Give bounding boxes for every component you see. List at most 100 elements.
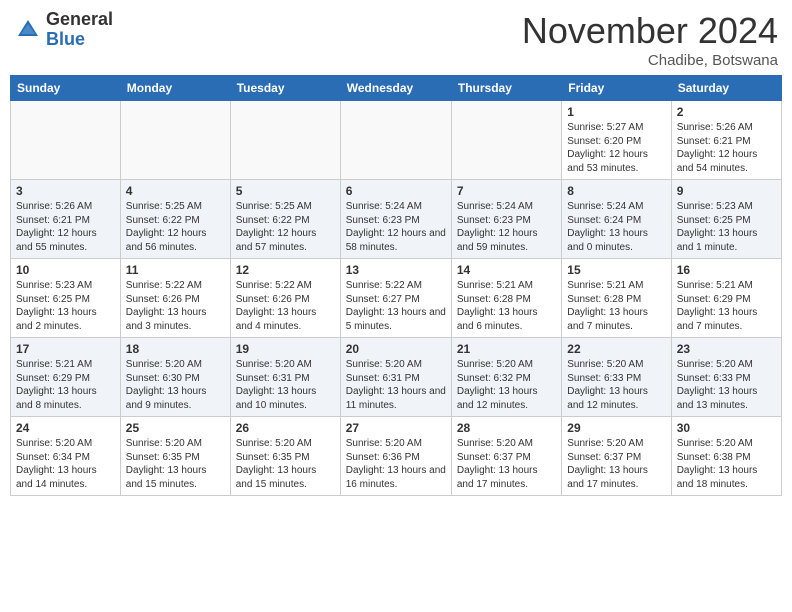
calendar-day-cell: 6Sunrise: 5:24 AM Sunset: 6:23 PM Daylig… bbox=[340, 180, 451, 259]
day-number: 23 bbox=[677, 342, 776, 356]
col-header-tuesday: Tuesday bbox=[230, 76, 340, 101]
calendar-day-cell: 30 Sunrise: 5:20 AM Sunset: 6:38 PM Dayli… bbox=[671, 417, 781, 496]
day-number: 24 bbox=[16, 421, 115, 435]
calendar-table: SundayMondayTuesdayWednesdayThursdayFrid… bbox=[10, 75, 782, 496]
title-block: November 2024 Chadibe, Botswana bbox=[522, 10, 778, 69]
day-number: 12 bbox=[236, 263, 335, 277]
calendar-day-cell: 4Sunrise: 5:25 AM Sunset: 6:22 PM Daylig… bbox=[120, 180, 230, 259]
day-number: 28 bbox=[457, 421, 556, 435]
day-number: 30 bbox=[677, 421, 776, 435]
logo: General Blue bbox=[14, 10, 113, 50]
day-info: Sunrise: 5:20 AM Sunset: 6:36 PM Dayligh… bbox=[346, 437, 446, 491]
day-info: Sunrise: 5:26 AM Sunset: 6:21 PM Dayligh… bbox=[677, 121, 776, 175]
day-info: Sunrise: 5:22 AM Sunset: 6:26 PM Dayligh… bbox=[126, 279, 225, 333]
logo-text: General Blue bbox=[46, 10, 113, 50]
calendar-day-cell: 16Sunrise: 5:21 AM Sunset: 6:29 PM Dayli… bbox=[671, 259, 781, 338]
calendar-day-cell: 23 Sunrise: 5:20 AM Sunset: 6:33 PM Dayli… bbox=[671, 338, 781, 417]
calendar-day-cell: 5 Sunrise: 5:25 AM Sunset: 6:22 PM Daylig… bbox=[230, 180, 340, 259]
page-header: General Blue November 2024 Chadibe, Bots… bbox=[10, 10, 782, 69]
calendar-day-cell: 18 Sunrise: 5:20 AM Sunset: 6:30 PM Dayli… bbox=[120, 338, 230, 417]
day-number: 16 bbox=[677, 263, 776, 277]
calendar-week-row: 24 Sunrise: 5:20 AM Sunset: 6:34 PM Dayli… bbox=[11, 417, 782, 496]
calendar-day-cell: 9 Sunrise: 5:23 AM Sunset: 6:25 PM Daylig… bbox=[671, 180, 781, 259]
calendar-day-cell: 14Sunrise: 5:21 AM Sunset: 6:28 PM Dayli… bbox=[451, 259, 561, 338]
calendar-day-cell: 13 Sunrise: 5:22 AM Sunset: 6:27 PM Dayli… bbox=[340, 259, 451, 338]
day-number: 19 bbox=[236, 342, 335, 356]
day-number: 11 bbox=[126, 263, 225, 277]
calendar-day-cell: 19 Sunrise: 5:20 AM Sunset: 6:31 PM Dayli… bbox=[230, 338, 340, 417]
day-number: 5 bbox=[236, 184, 335, 198]
col-header-friday: Friday bbox=[562, 76, 671, 101]
calendar-day-cell: 8Sunrise: 5:24 AM Sunset: 6:24 PM Daylig… bbox=[562, 180, 671, 259]
calendar-day-cell bbox=[340, 101, 451, 180]
day-number: 10 bbox=[16, 263, 115, 277]
day-info: Sunrise: 5:22 AM Sunset: 6:26 PM Dayligh… bbox=[236, 279, 335, 333]
day-info: Sunrise: 5:20 AM Sunset: 6:35 PM Dayligh… bbox=[126, 437, 225, 491]
day-number: 13 bbox=[346, 263, 446, 277]
calendar-day-cell: 21 Sunrise: 5:20 AM Sunset: 6:32 PM Dayli… bbox=[451, 338, 561, 417]
day-info: Sunrise: 5:20 AM Sunset: 6:32 PM Dayligh… bbox=[457, 358, 556, 412]
calendar-day-cell: 24 Sunrise: 5:20 AM Sunset: 6:34 PM Dayli… bbox=[11, 417, 121, 496]
calendar-week-row: 1 Sunrise: 5:27 AM Sunset: 6:20 PM Daylig… bbox=[11, 101, 782, 180]
day-number: 18 bbox=[126, 342, 225, 356]
location: Chadibe, Botswana bbox=[522, 52, 778, 69]
day-info: Sunrise: 5:23 AM Sunset: 6:25 PM Dayligh… bbox=[677, 200, 776, 254]
calendar-day-cell bbox=[120, 101, 230, 180]
calendar-week-row: 10 Sunrise: 5:23 AM Sunset: 6:25 PM Dayli… bbox=[11, 259, 782, 338]
day-info: Sunrise: 5:22 AM Sunset: 6:27 PM Dayligh… bbox=[346, 279, 446, 333]
day-number: 9 bbox=[677, 184, 776, 198]
day-number: 25 bbox=[126, 421, 225, 435]
calendar-day-cell: 27 Sunrise: 5:20 AM Sunset: 6:36 PM Dayli… bbox=[340, 417, 451, 496]
day-info: Sunrise: 5:21 AM Sunset: 6:29 PM Dayligh… bbox=[16, 358, 115, 412]
logo-blue: Blue bbox=[46, 30, 113, 50]
calendar-day-cell bbox=[11, 101, 121, 180]
day-info: Sunrise: 5:20 AM Sunset: 6:38 PM Dayligh… bbox=[677, 437, 776, 491]
calendar-day-cell: 25 Sunrise: 5:20 AM Sunset: 6:35 PM Dayli… bbox=[120, 417, 230, 496]
day-info: Sunrise: 5:21 AM Sunset: 6:28 PM Dayligh… bbox=[457, 279, 556, 333]
day-number: 7 bbox=[457, 184, 556, 198]
day-number: 3 bbox=[16, 184, 115, 198]
day-number: 17 bbox=[16, 342, 115, 356]
day-info: Sunrise: 5:23 AM Sunset: 6:25 PM Dayligh… bbox=[16, 279, 115, 333]
day-info: Sunrise: 5:25 AM Sunset: 6:22 PM Dayligh… bbox=[236, 200, 335, 254]
month-title: November 2024 bbox=[522, 10, 778, 52]
col-header-monday: Monday bbox=[120, 76, 230, 101]
day-info: Sunrise: 5:20 AM Sunset: 6:33 PM Dayligh… bbox=[677, 358, 776, 412]
calendar-day-cell: 20 Sunrise: 5:20 AM Sunset: 6:31 PM Dayli… bbox=[340, 338, 451, 417]
calendar-day-cell: 2Sunrise: 5:26 AM Sunset: 6:21 PM Daylig… bbox=[671, 101, 781, 180]
calendar-header-row: SundayMondayTuesdayWednesdayThursdayFrid… bbox=[11, 76, 782, 101]
day-number: 27 bbox=[346, 421, 446, 435]
calendar-day-cell: 12 Sunrise: 5:22 AM Sunset: 6:26 PM Dayli… bbox=[230, 259, 340, 338]
day-info: Sunrise: 5:24 AM Sunset: 6:23 PM Dayligh… bbox=[457, 200, 556, 254]
day-info: Sunrise: 5:21 AM Sunset: 6:28 PM Dayligh… bbox=[567, 279, 665, 333]
logo-icon bbox=[14, 16, 42, 44]
day-info: Sunrise: 5:27 AM Sunset: 6:20 PM Dayligh… bbox=[567, 121, 665, 175]
calendar-day-cell: 26Sunrise: 5:20 AM Sunset: 6:35 PM Dayli… bbox=[230, 417, 340, 496]
calendar-day-cell bbox=[230, 101, 340, 180]
day-number: 1 bbox=[567, 105, 665, 119]
day-info: Sunrise: 5:20 AM Sunset: 6:31 PM Dayligh… bbox=[346, 358, 446, 412]
calendar-week-row: 3Sunrise: 5:26 AM Sunset: 6:21 PM Daylig… bbox=[11, 180, 782, 259]
col-header-thursday: Thursday bbox=[451, 76, 561, 101]
calendar-day-cell: 1 Sunrise: 5:27 AM Sunset: 6:20 PM Daylig… bbox=[562, 101, 671, 180]
calendar-day-cell bbox=[451, 101, 561, 180]
calendar-day-cell: 28Sunrise: 5:20 AM Sunset: 6:37 PM Dayli… bbox=[451, 417, 561, 496]
calendar-day-cell: 10 Sunrise: 5:23 AM Sunset: 6:25 PM Dayli… bbox=[11, 259, 121, 338]
day-number: 8 bbox=[567, 184, 665, 198]
col-header-saturday: Saturday bbox=[671, 76, 781, 101]
day-number: 20 bbox=[346, 342, 446, 356]
day-info: Sunrise: 5:20 AM Sunset: 6:37 PM Dayligh… bbox=[567, 437, 665, 491]
day-number: 21 bbox=[457, 342, 556, 356]
calendar-day-cell: 15Sunrise: 5:21 AM Sunset: 6:28 PM Dayli… bbox=[562, 259, 671, 338]
col-header-sunday: Sunday bbox=[11, 76, 121, 101]
day-info: Sunrise: 5:20 AM Sunset: 6:31 PM Dayligh… bbox=[236, 358, 335, 412]
day-info: Sunrise: 5:20 AM Sunset: 6:33 PM Dayligh… bbox=[567, 358, 665, 412]
day-number: 29 bbox=[567, 421, 665, 435]
day-info: Sunrise: 5:20 AM Sunset: 6:35 PM Dayligh… bbox=[236, 437, 335, 491]
calendar-day-cell: 11 Sunrise: 5:22 AM Sunset: 6:26 PM Dayli… bbox=[120, 259, 230, 338]
calendar-day-cell: 7 Sunrise: 5:24 AM Sunset: 6:23 PM Daylig… bbox=[451, 180, 561, 259]
logo-general: General bbox=[46, 10, 113, 30]
day-info: Sunrise: 5:20 AM Sunset: 6:34 PM Dayligh… bbox=[16, 437, 115, 491]
calendar-day-cell: 29 Sunrise: 5:20 AM Sunset: 6:37 PM Dayli… bbox=[562, 417, 671, 496]
day-info: Sunrise: 5:20 AM Sunset: 6:30 PM Dayligh… bbox=[126, 358, 225, 412]
